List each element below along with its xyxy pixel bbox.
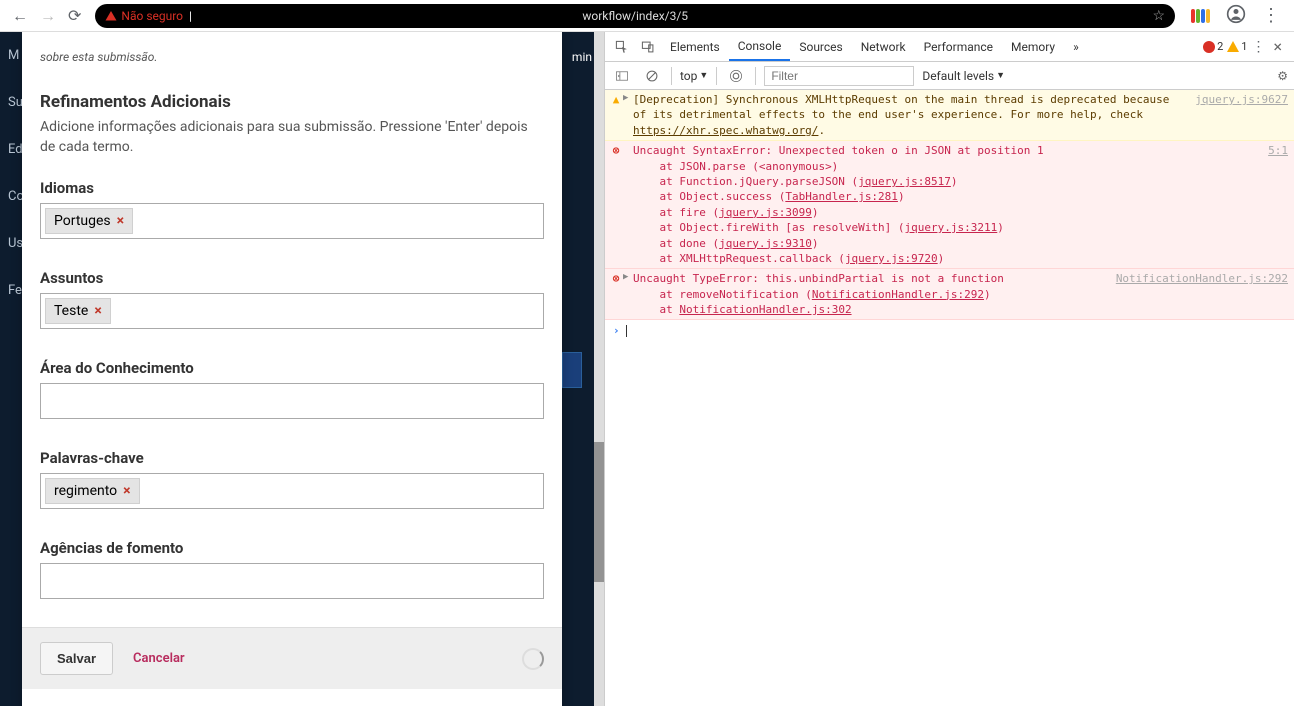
bookmark-icon[interactable]: ☆ xyxy=(1152,8,1165,24)
console-sidebar-toggle-icon[interactable] xyxy=(611,67,633,85)
cancel-button[interactable]: Cancelar xyxy=(133,651,185,666)
page-content: min M Su Ed Co Us Fe 🔍 Buscar Enviar Arq… xyxy=(0,32,604,706)
tag: regimento× xyxy=(45,478,140,504)
warning-icon xyxy=(105,10,117,22)
page-scrollbar[interactable] xyxy=(594,32,604,706)
tag: Teste× xyxy=(45,298,111,324)
reload-button[interactable]: ⟳ xyxy=(68,6,81,25)
field-label-assuntos: Assuntos xyxy=(40,269,544,287)
url-bar[interactable]: Não seguro | workflow/index/3/5 ☆ xyxy=(95,4,1175,28)
tab-performance[interactable]: Performance xyxy=(915,32,1002,61)
insecure-label: Não seguro xyxy=(121,9,183,23)
device-mode-icon[interactable] xyxy=(635,40,661,54)
field-label-palavras: Palavras-chave xyxy=(40,449,544,467)
back-button[interactable]: ← xyxy=(12,6,28,26)
log-levels-selector[interactable]: Default levels ▼ xyxy=(922,69,1005,83)
agencias-input[interactable] xyxy=(40,563,544,599)
modal-top-note: sobre esta submissão. xyxy=(40,50,544,64)
tag-remove-icon[interactable]: × xyxy=(117,213,124,229)
devtools-tabs: Elements Console Sources Network Perform… xyxy=(605,32,1294,62)
browser-menu-icon[interactable]: ⋮ xyxy=(1262,5,1280,26)
inspect-icon[interactable] xyxy=(609,40,635,54)
palavras-input[interactable]: regimento× xyxy=(40,473,544,509)
tag: Portuges× xyxy=(45,208,133,234)
tab-elements[interactable]: Elements xyxy=(661,32,729,61)
console-prompt[interactable]: › xyxy=(605,320,1294,341)
assuntos-text-input[interactable] xyxy=(115,303,539,319)
tab-network[interactable]: Network xyxy=(852,32,915,61)
field-label-agencias: Agências de fomento xyxy=(40,539,544,557)
field-label-area: Área do Conhecimento xyxy=(40,359,544,377)
console-output[interactable]: ▲▶[Deprecation] Synchronous XMLHttpReque… xyxy=(605,90,1294,706)
area-text-input[interactable] xyxy=(45,393,539,409)
console-toolbar: top ▼ Default levels ▼ ⚙ xyxy=(605,62,1294,90)
idiomas-text-input[interactable] xyxy=(137,213,539,229)
console-filter-input[interactable] xyxy=(764,66,914,86)
console-entry[interactable]: ▲▶[Deprecation] Synchronous XMLHttpReque… xyxy=(605,90,1294,141)
console-entry[interactable]: ⊗▶Uncaught TypeError: this.unbindPartial… xyxy=(605,269,1294,320)
live-expression-icon[interactable] xyxy=(725,67,747,85)
spinner xyxy=(522,648,544,670)
error-count-badge[interactable]: 2 xyxy=(1203,40,1223,53)
forward-button[interactable]: → xyxy=(40,6,56,26)
insecure-badge[interactable]: Não seguro | xyxy=(105,9,192,23)
tab-sources[interactable]: Sources xyxy=(790,32,851,61)
bg-blue-panel xyxy=(562,352,582,388)
browser-chrome: ← → ⟳ Não seguro | workflow/index/3/5 ☆ … xyxy=(0,0,1294,32)
clear-console-icon[interactable] xyxy=(641,67,663,85)
palavras-text-input[interactable] xyxy=(144,483,539,499)
warn-count-badge[interactable]: 1 xyxy=(1227,40,1247,53)
field-label-idiomas: Idiomas xyxy=(40,179,544,197)
tab-memory[interactable]: Memory xyxy=(1002,32,1064,61)
tabs-overflow-icon[interactable]: » xyxy=(1064,32,1088,61)
chrome-right: ⋮ xyxy=(1183,4,1288,28)
tab-console[interactable]: Console xyxy=(729,32,791,61)
devtools: Elements Console Sources Network Perform… xyxy=(604,32,1294,706)
modal-footer: Salvar Cancelar xyxy=(22,627,562,689)
console-input[interactable] xyxy=(626,325,1286,337)
tag-remove-icon[interactable]: × xyxy=(94,303,101,319)
extension-icon[interactable] xyxy=(1191,9,1210,23)
admin-label: min xyxy=(572,50,592,64)
nav-buttons: ← → ⟳ xyxy=(6,6,87,26)
url-text: workflow/index/3/5 xyxy=(582,9,688,23)
context-selector[interactable]: top ▼ xyxy=(680,69,708,83)
tag-remove-icon[interactable]: × xyxy=(123,483,130,499)
section-desc: Adicione informações adicionais para sua… xyxy=(40,118,544,157)
idiomas-input[interactable]: Portuges× xyxy=(40,203,544,239)
console-entry[interactable]: ⊗Uncaught SyntaxError: Unexpected token … xyxy=(605,141,1294,269)
save-button[interactable]: Salvar xyxy=(40,642,113,675)
devtools-close-icon[interactable]: × xyxy=(1269,37,1286,56)
devtools-menu-icon[interactable]: ⋮ xyxy=(1251,39,1265,55)
user-icon[interactable] xyxy=(1226,4,1246,28)
console-settings-icon[interactable]: ⚙ xyxy=(1277,69,1288,83)
area-input[interactable] xyxy=(40,383,544,419)
agencias-text-input[interactable] xyxy=(45,573,539,589)
submission-modal: sobre esta submissão. Refinamentos Adici… xyxy=(22,32,562,706)
section-title: Refinamentos Adicionais xyxy=(40,92,544,112)
assuntos-input[interactable]: Teste× xyxy=(40,293,544,329)
